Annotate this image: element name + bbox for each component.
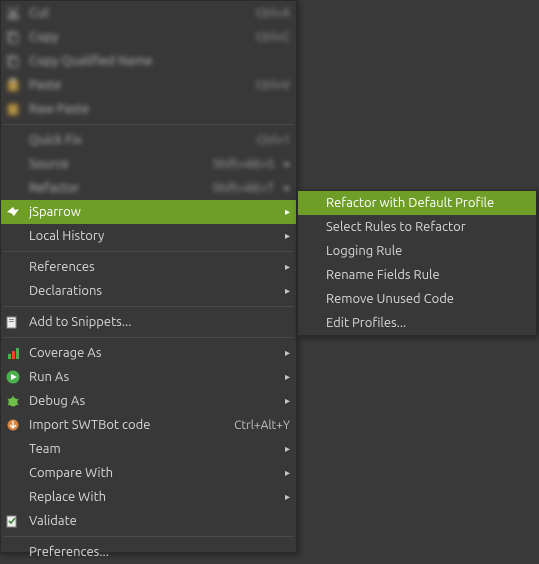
copy-qualified-icon: [5, 53, 21, 69]
validate-icon: [5, 513, 21, 529]
menu-item-validate[interactable]: Validate: [1, 509, 296, 533]
menu-item-accel: Ctrl+1: [257, 134, 290, 147]
menu-item-run[interactable]: Run As ▸: [1, 365, 296, 389]
submenu-arrow-icon: ▸: [280, 347, 290, 359]
submenu-arrow-icon: ▸: [280, 182, 290, 194]
menu-item-preferences[interactable]: Preferences...: [1, 540, 296, 564]
menu-item-raw-paste[interactable]: Raw Paste: [1, 97, 296, 121]
submenu-item-remove-unused[interactable]: Remove Unused Code: [298, 287, 536, 311]
menu-item-team[interactable]: Team ▸: [1, 437, 296, 461]
menu-item-copy-qualified[interactable]: Copy Qualified Name: [1, 49, 296, 73]
menu-item-label: Declarations: [29, 284, 274, 298]
submenu-item-logging-rule[interactable]: Logging Rule: [298, 239, 536, 263]
menu-item-accel: Ctrl+Alt+Y: [234, 419, 290, 432]
submenu-arrow-icon: ▸: [280, 230, 290, 242]
menu-item-label: Raw Paste: [29, 102, 290, 116]
menu-item-label: Rename Fields Rule: [326, 268, 530, 282]
submenu-arrow-icon: ▸: [280, 206, 290, 218]
menu-item-label: Copy: [29, 30, 246, 44]
menu-item-add-snippets[interactable]: Add to Snippets...: [1, 310, 296, 334]
menu-item-label: Compare With: [29, 466, 274, 480]
menu-item-references[interactable]: References ▸: [1, 255, 296, 279]
menu-item-label: Add to Snippets...: [29, 315, 290, 329]
menu-item-local-history[interactable]: Local History ▸: [1, 224, 296, 248]
menu-item-accel: Ctrl+X: [256, 7, 290, 20]
menu-item-import-swtbot[interactable]: Import SWTBot code Ctrl+Alt+Y: [1, 413, 296, 437]
menu-item-source[interactable]: Source Shift+Alt+S ▸: [1, 152, 296, 176]
menu-item-accel: Ctrl+V: [256, 79, 290, 92]
menu-item-label: Validate: [29, 514, 290, 528]
menu-item-label: Debug As: [29, 394, 274, 408]
menu-item-paste[interactable]: Paste Ctrl+V: [1, 73, 296, 97]
menu-item-label: Replace With: [29, 490, 274, 504]
jsparrow-icon: [5, 204, 21, 220]
submenu-arrow-icon: ▸: [280, 261, 290, 273]
menu-item-label: Run As: [29, 370, 274, 384]
menu-item-label: Quick Fix: [29, 133, 247, 147]
snippets-icon: [5, 314, 21, 330]
menu-item-replace[interactable]: Replace With ▸: [1, 485, 296, 509]
menu-item-label: Remove Unused Code: [326, 292, 530, 306]
menu-item-label: Edit Profiles...: [326, 316, 530, 330]
menu-item-label: References: [29, 260, 274, 274]
paste-icon: [5, 77, 21, 93]
submenu-item-refactor-default[interactable]: Refactor with Default Profile: [298, 191, 536, 215]
menu-item-label: Refactor with Default Profile: [326, 196, 530, 210]
menu-item-label: Local History: [29, 229, 274, 243]
menu-item-accel: Shift+Alt+T: [213, 182, 274, 195]
submenu-item-select-rules[interactable]: Select Rules to Refactor: [298, 215, 536, 239]
separator: [3, 306, 294, 307]
submenu-arrow-icon: ▸: [280, 467, 290, 479]
menu-item-label: Import SWTBot code: [29, 418, 224, 432]
blurred-group-edit: Cut Ctrl+X Copy Ctrl+C Copy Qualified Na…: [1, 1, 296, 121]
menu-item-label: Coverage As: [29, 346, 274, 360]
separator: [3, 124, 294, 125]
menu-item-label: Preferences...: [29, 545, 290, 559]
menu-item-label: Refactor: [29, 181, 203, 195]
menu-item-declarations[interactable]: Declarations ▸: [1, 279, 296, 303]
run-icon: [5, 369, 21, 385]
submenu-arrow-icon: ▸: [280, 285, 290, 297]
context-menu-main: Cut Ctrl+X Copy Ctrl+C Copy Qualified Na…: [0, 0, 297, 553]
cut-icon: [5, 5, 21, 21]
menu-item-debug[interactable]: Debug As ▸: [1, 389, 296, 413]
copy-icon: [5, 29, 21, 45]
submenu-item-edit-profiles[interactable]: Edit Profiles...: [298, 311, 536, 335]
submenu-item-rename-fields[interactable]: Rename Fields Rule: [298, 263, 536, 287]
menu-item-copy[interactable]: Copy Ctrl+C: [1, 25, 296, 49]
submenu-arrow-icon: ▸: [280, 491, 290, 503]
menu-item-coverage[interactable]: Coverage As ▸: [1, 341, 296, 365]
menu-item-compare[interactable]: Compare With ▸: [1, 461, 296, 485]
separator: [3, 536, 294, 537]
menu-item-quickfix[interactable]: Quick Fix Ctrl+1: [1, 128, 296, 152]
menu-item-cut[interactable]: Cut Ctrl+X: [1, 1, 296, 25]
menu-item-label: Source: [29, 157, 203, 171]
menu-item-label: Cut: [29, 6, 246, 20]
submenu-arrow-icon: ▸: [280, 158, 290, 170]
submenu-jsparrow: Refactor with Default Profile Select Rul…: [297, 190, 537, 336]
blurred-group-source: Quick Fix Ctrl+1 Source Shift+Alt+S ▸ Re…: [1, 128, 296, 200]
raw-paste-icon: [5, 101, 21, 117]
menu-item-label: Select Rules to Refactor: [326, 220, 530, 234]
coverage-icon: [5, 345, 21, 361]
submenu-arrow-icon: ▸: [280, 395, 290, 407]
menu-item-accel: Ctrl+C: [256, 31, 290, 44]
debug-icon: [5, 393, 21, 409]
import-icon: [5, 417, 21, 433]
submenu-arrow-icon: ▸: [280, 443, 290, 455]
menu-item-label: Copy Qualified Name: [29, 54, 290, 68]
separator: [3, 337, 294, 338]
submenu-arrow-icon: ▸: [280, 371, 290, 383]
menu-item-accel: Shift+Alt+S: [213, 158, 274, 171]
menu-item-label: Paste: [29, 78, 246, 92]
menu-item-refactor[interactable]: Refactor Shift+Alt+T ▸: [1, 176, 296, 200]
menu-item-label: Team: [29, 442, 274, 456]
menu-item-label: Logging Rule: [326, 244, 530, 258]
menu-item-jsparrow[interactable]: jSparrow ▸: [1, 200, 296, 224]
separator: [3, 251, 294, 252]
menu-item-label: jSparrow: [29, 205, 274, 219]
